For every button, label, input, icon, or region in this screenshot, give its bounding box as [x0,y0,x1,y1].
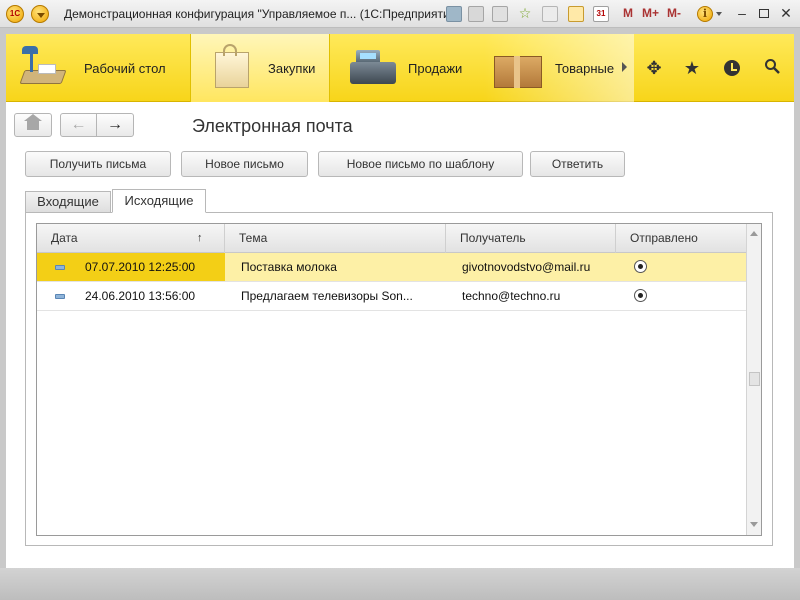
cash-register-icon [346,44,398,90]
new-mail-template-button[interactable]: Новое письмо по шаблону [318,151,523,177]
favorites-star-icon[interactable]: ★ [682,58,702,78]
link-icon[interactable] [542,6,558,22]
section-goods[interactable]: Товарные [484,34,634,102]
home-button[interactable] [14,113,52,137]
scroll-thumb[interactable] [749,372,760,386]
column-date-label: Дата [51,231,78,245]
vertical-scrollbar[interactable] [746,224,761,535]
maximize-button[interactable] [754,4,774,22]
calendar-icon[interactable]: 31 [593,6,609,22]
forward-button[interactable]: → [96,113,134,137]
row-recipient: givotnovodstvo@mail.ru [462,260,591,274]
mail-icon [55,282,67,310]
row-date: 07.07.2010 12:25:00 [85,260,196,274]
window-title: Демонстрационная конфигурация "Управляем… [64,7,461,21]
mail-icon [55,253,67,281]
favorite-add-icon[interactable]: ☆ [517,6,533,22]
save-icon[interactable] [446,6,462,22]
info-icon[interactable]: i [697,6,713,22]
section-purchases[interactable]: Закупки [190,34,330,102]
section-panel: Рабочий стол Закупки Продажи Товарные ✥ … [6,34,794,102]
reply-button[interactable]: Ответить [530,151,625,177]
close-button[interactable]: ✕ [776,4,796,22]
calculator-icon[interactable] [568,6,584,22]
get-mail-button[interactable]: Получить письма [25,151,171,177]
row-subject: Предлагаем телевизоры Son... [241,289,413,303]
shopping-bag-icon [209,44,261,90]
column-sent[interactable]: Отправлено [616,224,746,253]
all-functions-icon[interactable]: ✥ [644,58,664,78]
memory-m-button[interactable]: M [623,6,633,20]
section-purchases-label: Закупки [268,61,316,76]
status-bar [0,568,800,600]
title-bar: 1С Демонстрационная конфигурация "Управл… [0,0,800,28]
tab-panel: Дата ↑ Тема Получатель Отправлено 07.07.… [25,212,773,546]
scroll-down-icon[interactable] [747,517,762,533]
section-goods-label: Товарные [555,61,615,76]
section-desktop[interactable]: Рабочий стол [6,34,190,102]
info-dropdown-icon[interactable] [716,12,722,16]
history-icon[interactable] [722,58,742,78]
column-date[interactable]: Дата ↑ [37,224,225,253]
section-scroll-right-icon[interactable] [622,62,627,72]
desk-lamp-icon [16,44,68,90]
column-subject[interactable]: Тема [225,224,446,253]
page-title: Электронная почта [192,116,353,136]
app-logo-icon[interactable]: 1С [6,5,24,23]
new-mail-button[interactable]: Новое письмо [181,151,308,177]
sent-radio[interactable] [634,253,650,281]
column-recipient[interactable]: Получатель [446,224,616,253]
scroll-up-icon[interactable] [747,226,762,242]
table-header: Дата ↑ Тема Получатель Отправлено [37,224,746,253]
section-sales-label: Продажи [408,61,463,76]
back-button[interactable]: ← [60,113,97,137]
sort-ascending-icon: ↑ [197,232,203,244]
minimize-button[interactable]: – [732,4,752,22]
table-row[interactable]: 07.07.2010 12:25:00 Поставка молока givo… [37,253,746,282]
section-desktop-label: Рабочий стол [84,61,166,76]
memory-minus-button[interactable]: M- [667,6,681,20]
home-icon [24,114,42,130]
memory-plus-button[interactable]: M+ [642,6,659,20]
row-date: 24.06.2010 13:56:00 [85,289,196,303]
mail-table: Дата ↑ Тема Получатель Отправлено 07.07.… [36,223,762,536]
main-content: ← → Электронная почта Получить письма Но… [6,102,794,568]
tab-outbox[interactable]: Исходящие [112,189,206,213]
row-subject: Поставка молока [241,260,337,274]
section-sales[interactable]: Продажи [330,34,484,102]
table-row[interactable]: 24.06.2010 13:56:00 Предлагаем телевизор… [37,282,746,311]
preview-icon[interactable] [492,6,508,22]
print-icon[interactable] [468,6,484,22]
main-menu-icon[interactable] [31,5,49,23]
search-icon[interactable] [762,58,782,78]
cardboard-box-icon [490,44,542,90]
row-recipient: techno@techno.ru [462,289,561,303]
sent-radio[interactable] [634,282,650,310]
tab-inbox[interactable]: Входящие [25,191,111,213]
